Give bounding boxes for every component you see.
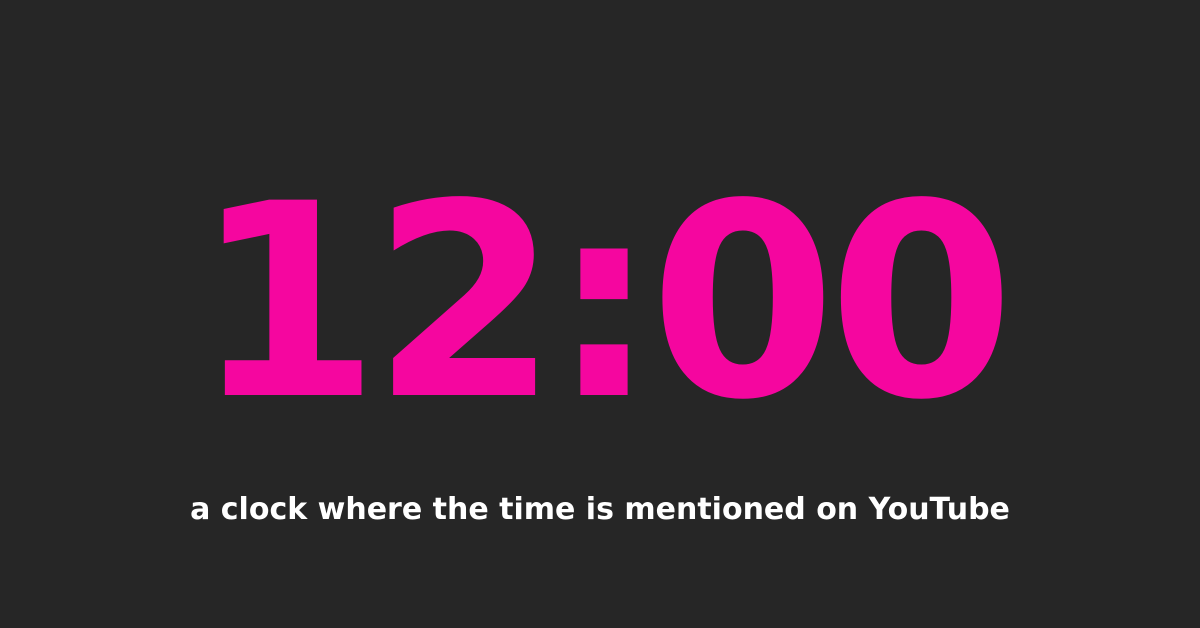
tagline: a clock where the time is mentioned on Y…: [190, 492, 1010, 527]
clock-time: 12:00: [193, 147, 1014, 459]
